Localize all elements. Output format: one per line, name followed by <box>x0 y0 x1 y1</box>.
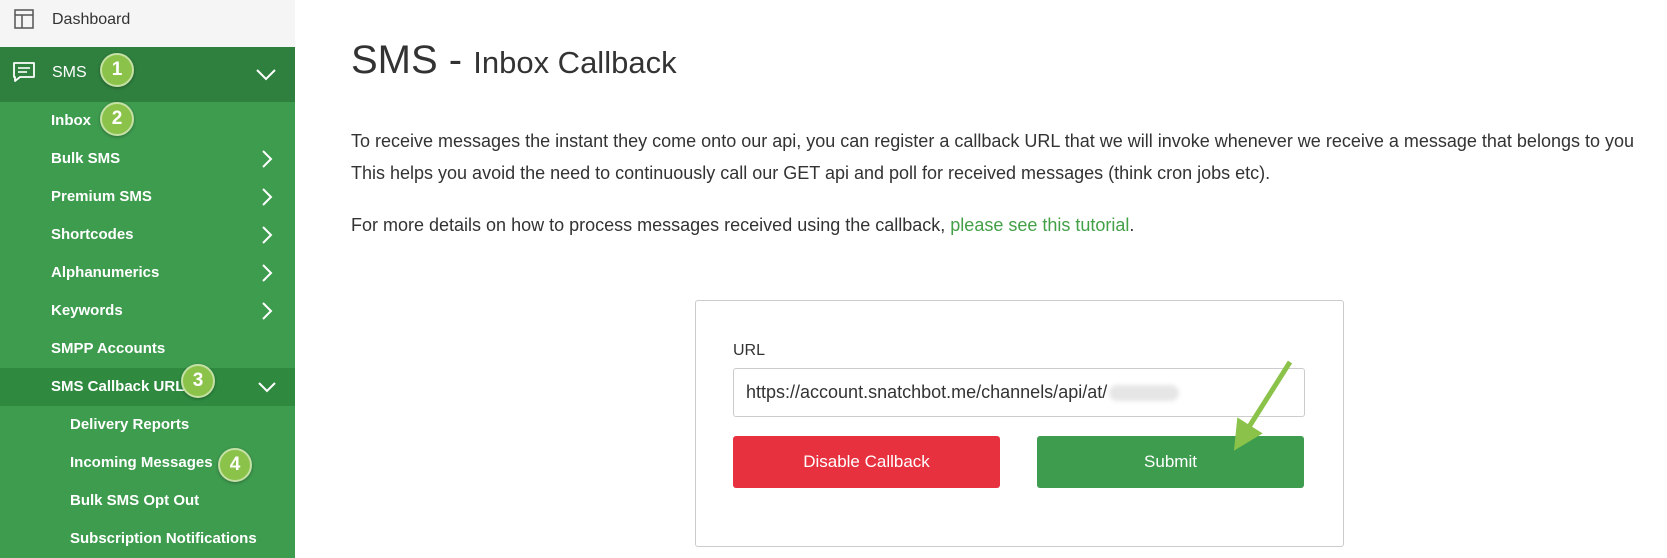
sidebar-item-inbox[interactable]: Inbox <box>0 102 295 140</box>
sidebar-item-keywords[interactable]: Keywords <box>0 292 295 330</box>
sidebar-item-label: Premium SMS <box>51 188 152 205</box>
step-badge: 4 <box>218 448 252 482</box>
step-badge: 1 <box>100 53 134 87</box>
chevron-right-icon <box>262 226 273 244</box>
url-input[interactable]: https://account.snatchbot.me/channels/ap… <box>733 368 1305 417</box>
chevron-down-icon <box>258 382 276 393</box>
sidebar-item-smpp-accounts[interactable]: SMPP Accounts <box>0 330 295 368</box>
chevron-down-icon[interactable] <box>255 63 277 85</box>
chevron-right-icon <box>262 188 273 206</box>
sidebar-item-sms-callback-urls[interactable]: SMS Callback URLs <box>0 368 295 406</box>
sidebar-item-label: SMS <box>52 64 87 81</box>
sidebar-subitem-delivery-reports[interactable]: Delivery Reports <box>0 406 295 444</box>
layout-icon <box>14 9 34 29</box>
sidebar-subitem-bulk-sms-opt-out[interactable]: Bulk SMS Opt Out <box>0 482 295 520</box>
intro-paragraph-2: This helps you avoid the need to continu… <box>351 163 1271 183</box>
disable-callback-button[interactable]: Disable Callback <box>733 436 1000 488</box>
sidebar-item-label: Bulk SMS Opt Out <box>70 492 200 509</box>
sidebar-item-sms[interactable]: SMS <box>0 47 295 102</box>
sidebar-item-label: Bulk SMS <box>51 150 121 167</box>
sidebar-item-label: SMS Callback URLs <box>51 378 193 395</box>
tutorial-link[interactable]: please see this tutorial <box>950 215 1129 235</box>
sidebar: Dashboard SMS Inbox Bulk SMS Premium SMS… <box>0 0 295 558</box>
message-icon <box>13 62 35 82</box>
url-label: URL <box>733 342 766 359</box>
sidebar-item-label: Keywords <box>51 302 123 319</box>
sidebar-item-bulk-sms[interactable]: Bulk SMS <box>0 140 295 178</box>
sidebar-item-label: SMPP Accounts <box>51 340 166 357</box>
details-paragraph: For more details on how to process messa… <box>351 215 1135 235</box>
sidebar-item-label: Dashboard <box>52 11 131 28</box>
sidebar-subitem-subscription-notifications[interactable]: Subscription Notifications <box>0 520 295 558</box>
sidebar-item-dashboard[interactable]: Dashboard <box>0 0 295 47</box>
arrow-icon <box>1233 360 1293 451</box>
sidebar-item-alphanumerics[interactable]: Alphanumerics <box>0 254 295 292</box>
chevron-right-icon <box>262 302 273 320</box>
page-title: SMS - Inbox Callback <box>351 38 677 82</box>
sidebar-item-label: Subscription Notifications <box>70 530 257 547</box>
sidebar-item-label: Delivery Reports <box>70 416 190 433</box>
chevron-right-icon <box>262 150 273 168</box>
sidebar-item-label: Inbox <box>51 112 91 129</box>
sidebar-item-label: Shortcodes <box>51 226 134 243</box>
intro-paragraph: To receive messages the instant they com… <box>351 131 1635 151</box>
step-badge: 3 <box>181 364 215 398</box>
chevron-right-icon <box>262 264 273 282</box>
step-badge: 2 <box>100 102 134 136</box>
sidebar-item-label: Alphanumerics <box>51 264 160 281</box>
sidebar-item-label: Incoming Messages <box>70 454 213 471</box>
redacted-text <box>1109 385 1180 402</box>
sidebar-item-shortcodes[interactable]: Shortcodes <box>0 216 295 254</box>
sidebar-item-premium-sms[interactable]: Premium SMS <box>0 178 295 216</box>
